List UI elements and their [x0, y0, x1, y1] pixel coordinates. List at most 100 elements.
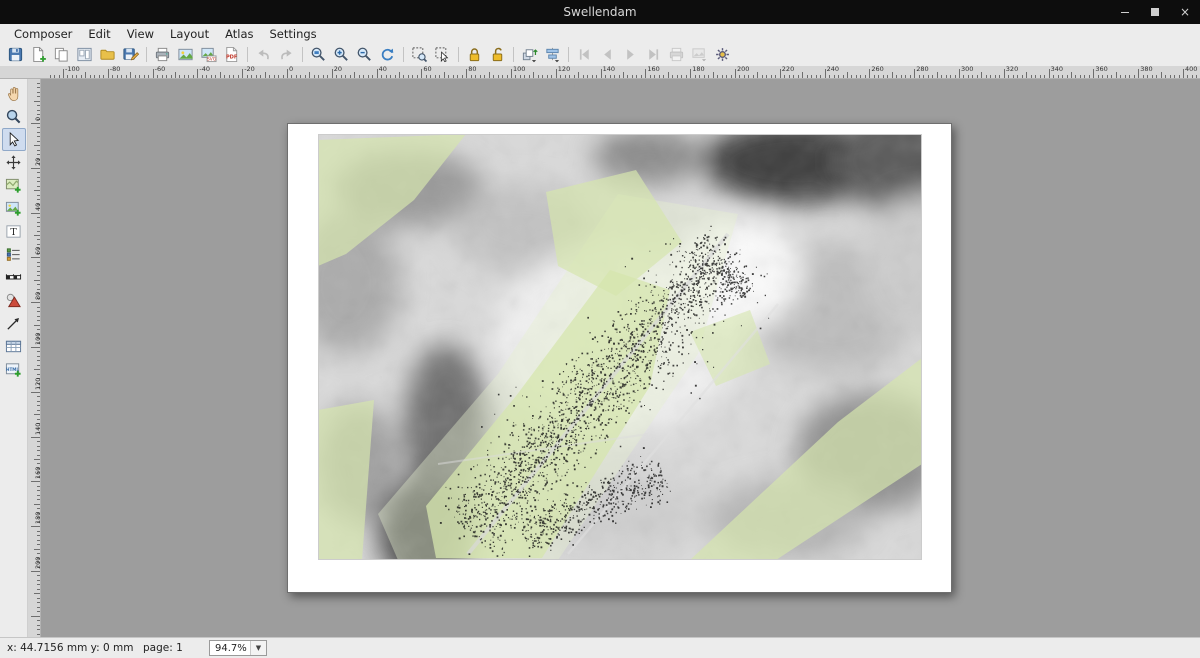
menu-composer[interactable]: Composer	[6, 25, 80, 43]
vertical-ruler: 020406080100120140160180200	[28, 79, 41, 637]
svg-text:SVG: SVG	[207, 57, 216, 63]
map-item[interactable]	[318, 134, 922, 560]
ruler-tick	[37, 602, 40, 603]
menubar: ComposerEditViewLayoutAtlasSettings	[0, 24, 1200, 43]
ruler-tick	[37, 405, 40, 406]
svg-text:PDF: PDF	[226, 54, 238, 60]
zoom-in-button[interactable]	[330, 44, 353, 65]
ruler-tick	[587, 75, 588, 78]
ruler-tick	[726, 75, 727, 78]
ruler-corner	[0, 66, 40, 79]
legend-icon	[5, 246, 22, 263]
toolbar-separator	[513, 47, 514, 62]
ruler-tick	[90, 75, 91, 78]
add-label-button[interactable]: T	[2, 220, 26, 243]
ruler-tick	[677, 75, 678, 78]
ruler-tick	[1102, 75, 1103, 78]
ruler-tick	[130, 72, 131, 78]
add-legend-button[interactable]	[2, 243, 26, 266]
ruler-tick	[641, 75, 642, 78]
ruler-tick	[860, 75, 861, 78]
unlock-all-items-button[interactable]	[486, 44, 509, 65]
ruler-tick	[363, 75, 364, 78]
export-image-button[interactable]	[174, 44, 197, 65]
refresh-icon	[379, 46, 396, 63]
menu-edit[interactable]: Edit	[80, 25, 118, 43]
move-item-content-tool-button[interactable]	[2, 151, 26, 174]
lock-selected-items-button[interactable]	[463, 44, 486, 65]
page-sheet[interactable]	[287, 123, 952, 593]
ruler-tick	[986, 75, 987, 78]
ruler-tick	[67, 75, 68, 78]
ruler-tick	[37, 351, 40, 352]
smart-guides-button[interactable]	[431, 44, 454, 65]
menu-atlas[interactable]: Atlas	[217, 25, 261, 43]
add-html-frame-button[interactable]: HTML	[2, 358, 26, 381]
mag-dark-icon	[5, 108, 22, 125]
maximize-button[interactable]	[1148, 5, 1162, 19]
ruler-tick	[37, 450, 40, 451]
nav-first-icon	[576, 46, 593, 63]
ruler-tick	[453, 75, 454, 78]
ruler-tick	[923, 75, 924, 78]
ruler-tick	[421, 69, 422, 78]
raise-selected-items-button[interactable]	[518, 44, 541, 65]
menu-view[interactable]: View	[119, 25, 162, 43]
ruler-tick	[305, 75, 306, 78]
zoom-out-button[interactable]	[353, 44, 376, 65]
save-as-template-button[interactable]	[119, 44, 142, 65]
add-new-map-button[interactable]	[2, 174, 26, 197]
ruler-tick	[37, 239, 40, 240]
atlas-first-feature-button	[573, 44, 596, 65]
ruler-tick	[1058, 75, 1059, 78]
export-svg-button[interactable]: SVG	[197, 44, 220, 65]
add-image-button[interactable]	[2, 197, 26, 220]
align-items-button[interactable]	[541, 44, 564, 65]
export-pdf-button[interactable]: PDF	[220, 44, 243, 65]
refresh-view-button[interactable]	[376, 44, 399, 65]
ruler-tick	[480, 75, 481, 78]
ruler-tick	[601, 69, 602, 78]
window-title: Swellendam	[563, 5, 636, 19]
page-copy-icon	[53, 46, 70, 63]
ruler-tick	[283, 75, 284, 78]
zoom-level-select[interactable]: 94.7% ▼	[209, 640, 267, 656]
folder-icon	[99, 46, 116, 63]
atlas-settings-button[interactable]	[711, 44, 734, 65]
duplicate-composer-button[interactable]	[50, 44, 73, 65]
ruler-tick	[489, 72, 490, 78]
ruler-label: 380	[1140, 66, 1152, 73]
ruler-label: 0	[289, 66, 293, 73]
menu-settings[interactable]: Settings	[262, 25, 325, 43]
zoom-full-button[interactable]	[307, 44, 330, 65]
load-from-template-button[interactable]	[96, 44, 119, 65]
zoom-tool-button[interactable]	[2, 105, 26, 128]
save-project-button[interactable]	[4, 44, 27, 65]
ruler-label: -100	[65, 66, 80, 73]
ruler-tick	[37, 575, 40, 576]
ruler-tick	[619, 75, 620, 78]
select-move-item-tool-button[interactable]	[2, 128, 26, 151]
ruler-label: 120	[558, 66, 570, 73]
snap-grid-button[interactable]	[408, 44, 431, 65]
ruler-tick	[175, 72, 176, 78]
ruler-tick	[323, 75, 324, 78]
composer-manager-button[interactable]	[73, 44, 96, 65]
ruler-label: -80	[110, 66, 121, 73]
ruler-label: 140	[603, 66, 615, 73]
pan-tool-button[interactable]	[2, 82, 26, 105]
print-button[interactable]	[151, 44, 174, 65]
add-scalebar-button[interactable]	[2, 266, 26, 289]
new-composer-button[interactable]	[27, 44, 50, 65]
close-button[interactable]: ×	[1178, 5, 1192, 19]
ruler-tick	[37, 110, 40, 111]
ruler-tick	[507, 75, 508, 78]
ruler-tick	[1156, 75, 1157, 78]
add-shape-button[interactable]	[2, 289, 26, 312]
add-arrow-button[interactable]	[2, 312, 26, 335]
add-attribute-table-button[interactable]	[2, 335, 26, 358]
minimize-button[interactable]	[1118, 5, 1132, 19]
ruler-tick	[368, 75, 369, 78]
composition-canvas[interactable]	[41, 79, 1200, 637]
menu-layout[interactable]: Layout	[162, 25, 217, 43]
